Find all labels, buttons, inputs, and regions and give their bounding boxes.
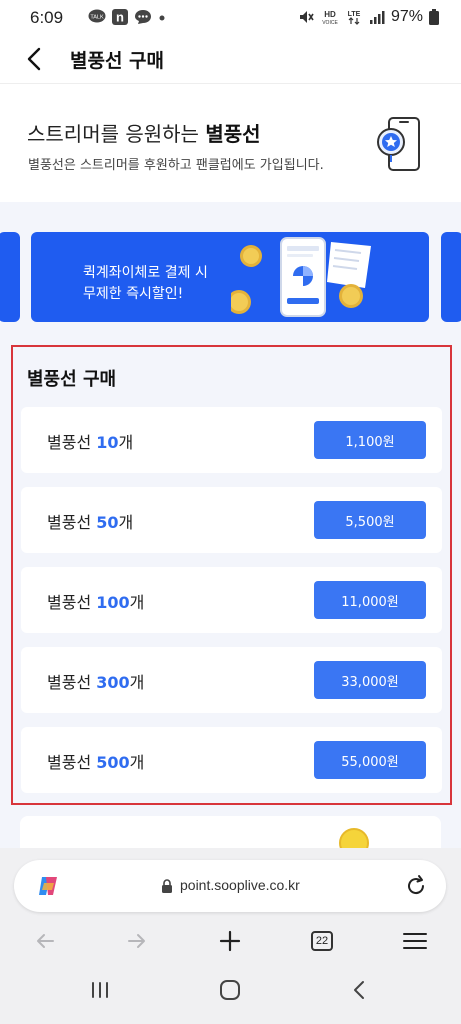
mute-icon — [299, 11, 314, 23]
talk-icon: TALK — [88, 9, 106, 23]
hero-subtitle: 별풍선은 스트리머를 후원하고 팬클럽에도 가입됩니다. — [28, 158, 324, 173]
item-suffix: 개 — [118, 433, 134, 452]
banner-line2: 무제한 즉시할인! — [83, 286, 184, 302]
lte-icon: LTE — [348, 11, 361, 25]
battery-percent: 97% — [390, 8, 423, 25]
item-label: 별풍선 100개 — [47, 589, 144, 613]
url-bar[interactable]: point.sooplive.co.kr — [14, 860, 446, 912]
reload-icon[interactable] — [404, 874, 428, 898]
lock-icon — [162, 879, 172, 893]
plus-icon — [219, 930, 241, 952]
hamburger-menu-icon — [403, 933, 427, 949]
item-count: 300 — [96, 673, 130, 692]
back-arrow-icon[interactable] — [22, 46, 48, 72]
item-count: 100 — [96, 593, 130, 612]
content-area: 퀵계좌이체로 결제 시 무제한 즉시할인! 별풍선 구매 별풍선 10개 1,1… — [0, 202, 461, 848]
dot-icon — [159, 15, 165, 21]
page-title: 별풍선 구매 — [70, 50, 165, 72]
status-bar: 6:09 TALK n HD VOICE LTE 97% — [0, 0, 461, 34]
banner-prev-peek[interactable] — [0, 232, 20, 322]
svg-text:HD: HD — [324, 10, 336, 19]
item-suffix: 개 — [129, 753, 145, 772]
purchase-title: 별풍선 구매 — [27, 369, 117, 390]
item-suffix: 개 — [118, 513, 134, 532]
status-time: 6:09 — [30, 8, 64, 27]
item-label: 별풍선 10개 — [47, 429, 133, 453]
phone-star-icon — [377, 117, 420, 171]
buy-button-300[interactable]: 33,000원 — [314, 661, 426, 699]
item-prefix: 별풍선 — [47, 593, 97, 612]
item-suffix: 개 — [129, 673, 145, 692]
item-count: 500 — [96, 753, 130, 772]
svg-text:TALK: TALK — [90, 15, 104, 21]
buy-button-100[interactable]: 11,000원 — [314, 581, 426, 619]
item-prefix: 별풍선 — [47, 513, 97, 532]
buy-button-10[interactable]: 1,100원 — [314, 421, 426, 459]
list-item: 별풍선 500개 55,000원 — [21, 727, 442, 793]
list-item: 별풍선 50개 5,500원 — [21, 487, 442, 553]
next-section-card[interactable] — [20, 816, 441, 848]
status-right: HD VOICE LTE 97% — [297, 8, 439, 26]
url-text: point.sooplive.co.kr — [180, 877, 300, 893]
item-label: 별풍선 300개 — [47, 669, 144, 693]
hero-headline: 스트리머를 응원하는 별풍선 — [27, 118, 261, 147]
promo-banner[interactable]: 퀵계좌이체로 결제 시 무제한 즉시할인! — [31, 232, 429, 322]
list-item: 별풍선 300개 33,000원 — [21, 647, 442, 713]
buy-button-50[interactable]: 5,500원 — [314, 501, 426, 539]
hero-headline-prefix: 스트리머를 응원하는 — [27, 122, 206, 146]
chat-icon — [135, 10, 151, 24]
purchase-section: 별풍선 구매 별풍선 10개 1,100원 별풍선 50개 5,500원 별풍선… — [11, 345, 452, 805]
svg-text:VOICE: VOICE — [322, 20, 338, 26]
back-arrow-icon — [37, 934, 54, 948]
system-nav-bar — [0, 952, 461, 1024]
hero-section: 스트리머를 응원하는 별풍선 별풍선은 스트리머를 후원하고 팬클럽에도 가입됩… — [0, 84, 461, 202]
forward-arrow-icon — [128, 934, 145, 948]
item-count: 10 — [96, 433, 119, 452]
browser-bar: point.sooplive.co.kr 22 — [0, 848, 461, 952]
system-back-icon[interactable] — [346, 978, 374, 1002]
item-count: 50 — [96, 513, 119, 532]
coin-icon — [339, 828, 369, 848]
banner-line1: 퀵계좌이체로 결제 시 — [83, 265, 208, 281]
hd-icon: HDVOICE — [322, 10, 338, 26]
recent-apps-icon[interactable] — [86, 978, 114, 1002]
item-label: 별풍선 50개 — [47, 509, 133, 533]
svg-text:n: n — [116, 10, 124, 25]
notification-icons: TALK n — [88, 9, 166, 25]
banner-next-peek[interactable] — [441, 232, 461, 322]
item-prefix: 별풍선 — [47, 673, 97, 692]
home-icon[interactable] — [216, 978, 244, 1002]
battery-icon — [429, 9, 439, 25]
page-header: 별풍선 구매 — [0, 34, 461, 84]
hero-headline-bold: 별풍선 — [205, 122, 261, 146]
tab-count: 22 — [311, 931, 333, 951]
item-label: 별풍선 500개 — [47, 749, 144, 773]
item-suffix: 개 — [129, 593, 145, 612]
signal-icon — [369, 11, 385, 24]
item-prefix: 별풍선 — [47, 433, 97, 452]
list-item: 별풍선 10개 1,100원 — [21, 407, 442, 473]
list-item: 별풍선 100개 11,000원 — [21, 567, 442, 633]
copilot-icon[interactable] — [36, 874, 60, 898]
banner-art-icon — [231, 237, 371, 317]
svg-text:LTE: LTE — [348, 11, 361, 18]
item-prefix: 별풍선 — [47, 753, 97, 772]
naver-icon: n — [112, 9, 128, 25]
buy-button-500[interactable]: 55,000원 — [314, 741, 426, 779]
